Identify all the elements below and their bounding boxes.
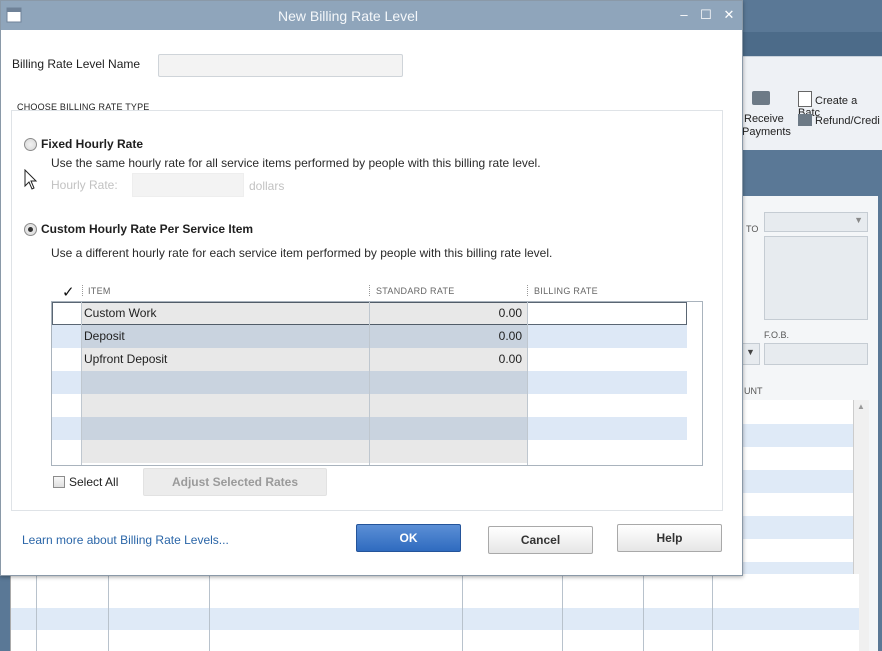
fixed-hourly-rate-description: Use the same hourly rate for all service…: [51, 156, 541, 170]
ok-button[interactable]: OK: [356, 524, 461, 552]
receive-payments-label-1[interactable]: Receive: [744, 113, 784, 125]
item-cell[interactable]: Upfront Deposit: [84, 352, 167, 366]
background-form-header: [742, 150, 882, 196]
mouse-cursor-icon: [24, 169, 38, 190]
scroll-up-arrow-icon[interactable]: ▲: [857, 402, 865, 411]
dollars-label: dollars: [249, 179, 285, 193]
column-header-item[interactable]: ITEM: [88, 286, 111, 296]
fob-field[interactable]: [764, 343, 868, 365]
item-cell[interactable]: Deposit: [84, 329, 125, 343]
hourly-rate-input[interactable]: [132, 173, 244, 197]
checkmark-column-icon[interactable]: ✓: [62, 283, 75, 301]
cancel-button[interactable]: Cancel: [488, 526, 593, 554]
close-icon[interactable]: ✕: [718, 5, 740, 25]
to-label: TO: [746, 224, 759, 234]
background-items-grid: [10, 574, 859, 651]
billing-rate-level-name-input[interactable]: [158, 54, 403, 77]
dialog-title: New Billing Rate Level: [277, 8, 419, 24]
receive-payments-label-2[interactable]: Payments: [742, 126, 791, 138]
learn-more-link[interactable]: Learn more about Billing Rate Levels...: [22, 533, 229, 547]
ship-to-address[interactable]: [764, 236, 868, 320]
background-toolbar: Create a Batc Receive Payments Refund/Cr…: [742, 56, 882, 151]
help-button[interactable]: Help: [617, 524, 722, 552]
hourly-rate-label: Hourly Rate:: [51, 178, 118, 192]
background-title-strip: [742, 32, 882, 56]
receive-payments-icon[interactable]: [752, 91, 770, 108]
custom-hourly-rate-radio[interactable]: [24, 223, 37, 236]
dialog-titlebar[interactable]: New Billing Rate Level ‒ ☐ ✕: [1, 1, 742, 30]
column-header-billing-rate[interactable]: BILLING RATE: [534, 286, 598, 296]
rates-grid: Custom Work 0.00 Deposit 0.00 Upfront De…: [51, 301, 703, 466]
billing-rate-level-name-label: Billing Rate Level Name: [12, 57, 141, 71]
new-billing-rate-level-dialog: New Billing Rate Level ‒ ☐ ✕ Billing Rat…: [0, 0, 743, 576]
custom-hourly-rate-description: Use a different hourly rate for each ser…: [51, 246, 553, 260]
fixed-hourly-rate-radio[interactable]: [24, 138, 37, 151]
to-dropdown[interactable]: ▼: [764, 212, 868, 232]
refund-icon: [798, 114, 812, 126]
refund-credit-button[interactable]: Refund/Credi: [798, 114, 880, 127]
document-icon: [798, 91, 812, 107]
standard-rate-cell: 0.00: [498, 306, 522, 320]
rates-grid-header: ✓ ITEM STANDARD RATE BILLING RATE: [51, 283, 701, 301]
chevron-down-icon: ▼: [746, 347, 755, 357]
item-cell[interactable]: Custom Work: [84, 306, 156, 320]
maximize-icon[interactable]: ☐: [695, 5, 717, 25]
minimize-icon[interactable]: ‒: [673, 5, 695, 25]
standard-rate-cell: 0.00: [498, 352, 522, 366]
chevron-down-icon: ▼: [854, 215, 863, 225]
custom-hourly-rate-label[interactable]: Custom Hourly Rate Per Service Item: [41, 222, 253, 236]
ship-via-dropdown[interactable]: ▼: [742, 343, 760, 365]
standard-rate-cell: 0.00: [498, 329, 522, 343]
amount-header: UNT: [744, 386, 763, 396]
select-all-checkbox[interactable]: [53, 476, 65, 488]
fob-label: F.O.B.: [764, 330, 790, 340]
column-header-standard-rate[interactable]: STANDARD RATE: [376, 286, 455, 296]
adjust-selected-rates-button[interactable]: Adjust Selected Rates: [143, 468, 327, 496]
select-all-label[interactable]: Select All: [69, 475, 118, 489]
fixed-hourly-rate-label[interactable]: Fixed Hourly Rate: [41, 137, 143, 151]
